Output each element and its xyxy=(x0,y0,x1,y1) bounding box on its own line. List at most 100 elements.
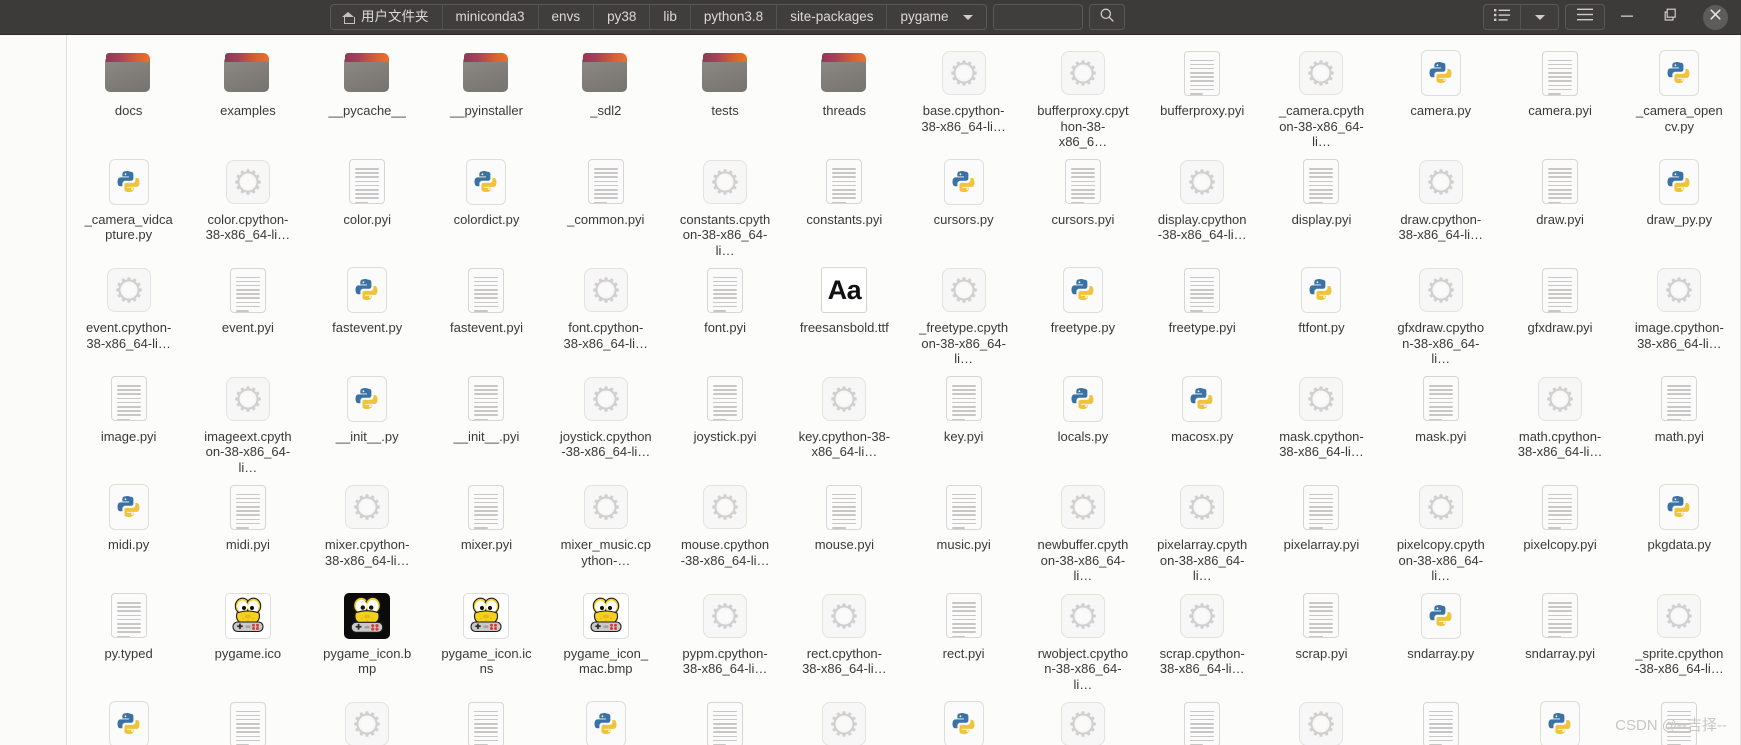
file-item[interactable]: _camera_opencv.py xyxy=(1620,41,1739,150)
file-item[interactable]: color.pyi xyxy=(308,150,427,259)
file-item[interactable]: midi.py xyxy=(69,475,188,584)
breadcrumb-item-envs[interactable]: envs xyxy=(538,5,595,29)
search-button[interactable] xyxy=(1088,4,1125,30)
file-item[interactable]: constants.cpython-38-x86_64-li… xyxy=(665,150,784,259)
minimize-button[interactable] xyxy=(1605,0,1649,35)
file-item[interactable]: image.cpython-38-x86_64-li… xyxy=(1620,258,1739,367)
file-item[interactable]: music.pyi xyxy=(904,475,1023,584)
file-item[interactable]: _camera_vidcapture.py xyxy=(69,150,188,259)
icon-grid[interactable]: docs examples __pycache__ __pyinstaller _sdl… xyxy=(67,35,1741,745)
list-view-button[interactable] xyxy=(1484,5,1521,29)
breadcrumb-item-site-packages[interactable]: site-packages xyxy=(777,5,888,29)
file-item[interactable]: display.pyi xyxy=(1262,150,1381,259)
file-item[interactable]: surfarray.pyi xyxy=(665,692,784,745)
breadcrumb-item-miniconda3[interactable]: miniconda3 xyxy=(442,5,539,29)
file-item[interactable]: surfarray.py xyxy=(546,692,665,745)
file-item[interactable]: surface.pyi xyxy=(427,692,546,745)
file-item[interactable]: pixelcopy.cpython-38-x86_64-li… xyxy=(1381,475,1500,584)
file-item[interactable]: event.cpython-38-x86_64-li… xyxy=(69,258,188,367)
file-item[interactable]: macosx.py xyxy=(1143,367,1262,476)
file-item[interactable]: bufferproxy.pyi xyxy=(1143,41,1262,150)
file-item[interactable]: rwobject.cpython-38-x86_64-li… xyxy=(1023,584,1142,693)
file-item[interactable]: gfxdraw.cpython-38-x86_64-li… xyxy=(1381,258,1500,367)
file-item[interactable]: imageext.cpython-38-x86_64-li… xyxy=(188,367,307,476)
file-item[interactable]: display.cpython-38-x86_64-li… xyxy=(1143,150,1262,259)
file-item[interactable]: camera.py xyxy=(1381,41,1500,150)
breadcrumb-item-py38[interactable]: py38 xyxy=(594,5,651,29)
file-item[interactable]: pygame_icon.bmp xyxy=(308,584,427,693)
file-item[interactable]: draw_py.py xyxy=(1620,150,1739,259)
file-item[interactable]: transform.pyi xyxy=(1381,692,1500,745)
file-item[interactable]: color.cpython-38-x86_64-li… xyxy=(188,150,307,259)
file-item[interactable]: __init__.pyi xyxy=(427,367,546,476)
file-item[interactable]: sndarray.py xyxy=(1381,584,1500,693)
file-item[interactable]: mask.cpython-38-x86_64-li… xyxy=(1262,367,1381,476)
file-item[interactable]: freetype.pyi xyxy=(1143,258,1262,367)
file-item[interactable]: __pycache__ xyxy=(308,41,427,150)
file-item[interactable]: examples xyxy=(188,41,307,150)
file-item[interactable]: __pyinstaller xyxy=(427,41,546,150)
file-item[interactable]: mouse.cpython-38-x86_64-li… xyxy=(665,475,784,584)
close-button[interactable] xyxy=(1693,0,1737,35)
file-list-view[interactable]: docs examples __pycache__ __pyinstaller _sdl… xyxy=(67,35,1741,745)
file-item[interactable]: pixelcopy.pyi xyxy=(1500,475,1619,584)
file-item[interactable]: rect.cpython-38-x86_64-li… xyxy=(785,584,904,693)
file-item[interactable]: bufferproxy.cpython-38-x86_6… xyxy=(1023,41,1142,150)
file-item[interactable]: cursors.pyi xyxy=(1023,150,1142,259)
file-item[interactable]: docs xyxy=(69,41,188,150)
view-options-button[interactable] xyxy=(1521,5,1558,29)
file-item[interactable]: font.cpython-38-x86_64-li… xyxy=(546,258,665,367)
file-item[interactable]: scrap.pyi xyxy=(1262,584,1381,693)
file-item[interactable]: draw.pyi xyxy=(1500,150,1619,259)
breadcrumb-item-用户文件夹[interactable]: 用户文件夹 xyxy=(331,5,443,29)
file-item[interactable]: locals.py xyxy=(1023,367,1142,476)
file-item[interactable]: mouse.pyi xyxy=(785,475,904,584)
file-item[interactable]: scrap.cpython-38-x86_64-li… xyxy=(1143,584,1262,693)
file-item[interactable]: pygame_icon.icns xyxy=(427,584,546,693)
file-item[interactable]: time.cpython-38-x86_64-li… xyxy=(1023,692,1142,745)
file-item[interactable]: cursors.py xyxy=(904,150,1023,259)
file-item[interactable]: surface.cpython-38-x86_64-li… xyxy=(308,692,427,745)
file-item[interactable]: threads xyxy=(785,41,904,150)
file-item[interactable]: pygame.ico xyxy=(188,584,307,693)
file-item[interactable]: constants.pyi xyxy=(785,150,904,259)
main-menu-button[interactable] xyxy=(1565,4,1605,30)
file-item[interactable]: joystick.pyi xyxy=(665,367,784,476)
file-item[interactable]: math.cpython-38-x86_64-li… xyxy=(1500,367,1619,476)
file-item[interactable]: mask.pyi xyxy=(1381,367,1500,476)
file-item[interactable]: gfxdraw.pyi xyxy=(1500,258,1619,367)
path-entry-blank[interactable] xyxy=(992,4,1083,30)
file-item[interactable]: colordict.py xyxy=(427,150,546,259)
file-item[interactable]: base.cpython-38-x86_64-li… xyxy=(904,41,1023,150)
file-item[interactable]: version.py xyxy=(1500,692,1619,745)
file-item[interactable]: pkgdata.py xyxy=(1620,475,1739,584)
places-sidebar[interactable] xyxy=(0,35,67,745)
view-mode-group[interactable] xyxy=(1483,4,1559,30)
breadcrumb-item-python3.8[interactable]: python3.8 xyxy=(690,5,778,29)
file-item[interactable]: mixer_music.cpython-… xyxy=(546,475,665,584)
file-item[interactable]: freetype.py xyxy=(1023,258,1142,367)
file-item[interactable]: key.cpython-38-x86_64-li… xyxy=(785,367,904,476)
file-item[interactable]: fastevent.pyi xyxy=(427,258,546,367)
maximize-button[interactable] xyxy=(1649,0,1693,35)
file-item[interactable]: draw.cpython-38-x86_64-li… xyxy=(1381,150,1500,259)
breadcrumb[interactable]: 用户文件夹 miniconda3 envs py38 lib python3.8 site-… xyxy=(330,4,987,30)
file-item[interactable]: time.pyi xyxy=(1143,692,1262,745)
breadcrumb-item-lib[interactable]: lib xyxy=(650,5,691,29)
file-item[interactable]: __init__.py xyxy=(308,367,427,476)
file-item[interactable]: sprite.py xyxy=(69,692,188,745)
file-item[interactable]: font.pyi xyxy=(665,258,784,367)
file-item[interactable]: camera.pyi xyxy=(1500,41,1619,150)
file-item[interactable]: joystick.cpython-38-x86_64-li… xyxy=(546,367,665,476)
file-item[interactable]: image.pyi xyxy=(69,367,188,476)
file-item[interactable]: _common.pyi xyxy=(546,150,665,259)
file-item[interactable]: key.pyi xyxy=(904,367,1023,476)
file-item[interactable]: sysfont.py xyxy=(904,692,1023,745)
file-item[interactable]: _freetype.cpython-38-x86_64-li… xyxy=(904,258,1023,367)
file-item[interactable]: ftfont.py xyxy=(1262,258,1381,367)
file-item[interactable]: transform.cpython-38-x86_64-li… xyxy=(1262,692,1381,745)
file-item[interactable]: sprite.pyi xyxy=(188,692,307,745)
file-item[interactable]: midi.pyi xyxy=(188,475,307,584)
file-item[interactable]: pixelarray.cpython-38-x86_64-li… xyxy=(1143,475,1262,584)
file-item[interactable]: pygame_icon_mac.bmp xyxy=(546,584,665,693)
